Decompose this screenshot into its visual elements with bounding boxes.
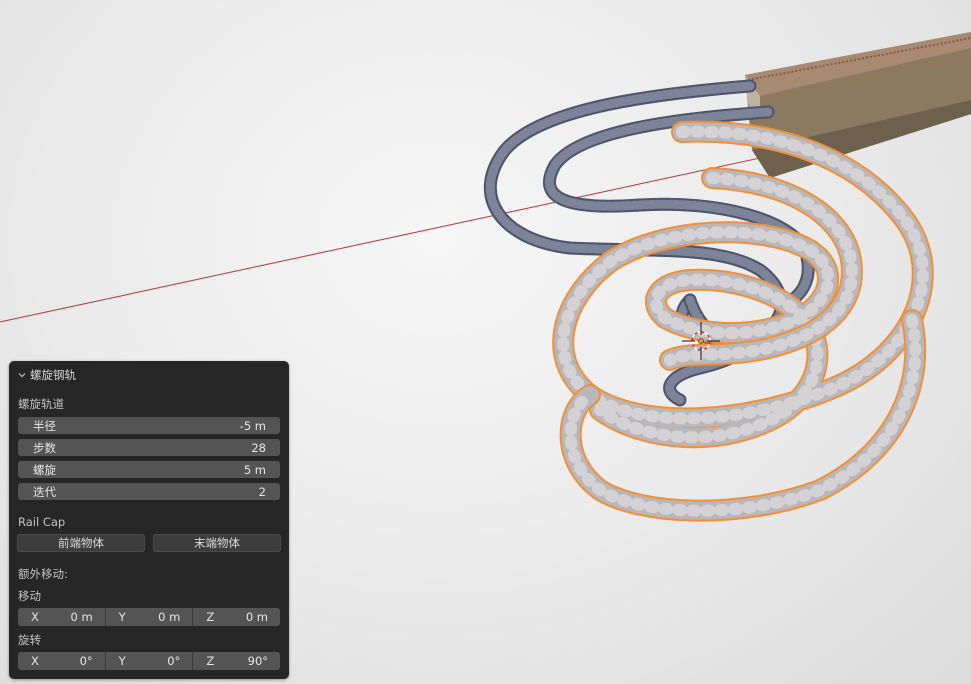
chevron-down-icon[interactable] (18, 371, 26, 379)
operator-panel[interactable]: 螺旋钢轨 螺旋轨道 半径 -5 m 步数 28 螺旋 5 m 迭代 2 Rail… (9, 361, 289, 679)
move-x-label: X (31, 610, 39, 624)
panel-header[interactable]: 螺旋钢轨 (18, 367, 76, 383)
screw-value: 5 m (243, 462, 266, 477)
move-vector: X 0 m Y 0 m Z 0 m (18, 608, 280, 626)
radius-label: 半径 (33, 418, 56, 433)
rotate-y-label: Y (118, 654, 126, 668)
rotate-label: 旋转 (18, 633, 41, 647)
move-y-label: Y (118, 610, 126, 624)
rotate-z-label: Z (206, 654, 215, 668)
move-z-field[interactable]: Z 0 m (192, 608, 280, 626)
section-cap-label: Rail Cap (18, 515, 66, 529)
steps-value: 28 (251, 440, 266, 455)
move-z-value: 0 m (245, 610, 269, 624)
rotate-z-field[interactable]: Z 90° (192, 652, 280, 670)
move-y-field[interactable]: Y 0 m (104, 608, 193, 626)
move-label: 移动 (18, 589, 41, 603)
rotate-y-value: 0° (167, 654, 181, 668)
iterations-label: 迭代 (33, 484, 56, 499)
radius-field[interactable]: 半径 -5 m (18, 417, 280, 434)
screw-field[interactable]: 螺旋 5 m (18, 461, 280, 478)
object-origin-icon (698, 338, 704, 344)
radius-value: -5 m (239, 418, 266, 433)
end-object-button[interactable]: 末端物体 (153, 534, 281, 552)
rotate-z-value: 90° (247, 654, 269, 668)
move-y-value: 0 m (158, 610, 181, 624)
track-platform (745, 32, 971, 178)
rotate-x-label: X (31, 654, 39, 668)
panel-title: 螺旋钢轨 (30, 368, 76, 382)
iterations-value: 2 (258, 484, 266, 499)
rotate-vector: X 0° Y 0° Z 90° (18, 652, 280, 670)
front-object-button[interactable]: 前端物体 (17, 534, 145, 552)
steps-label: 步数 (33, 440, 56, 455)
section-helix-label: 螺旋轨道 (18, 397, 64, 411)
rotate-y-field[interactable]: Y 0° (104, 652, 193, 670)
move-x-field[interactable]: X 0 m (18, 608, 105, 626)
section-extra-label: 额外移动: (18, 567, 68, 581)
screw-label: 螺旋 (33, 462, 56, 477)
iterations-field[interactable]: 迭代 2 (18, 483, 280, 500)
move-z-label: Z (206, 610, 215, 624)
rotate-x-value: 0° (79, 654, 93, 668)
steps-field[interactable]: 步数 28 (18, 439, 280, 456)
move-x-value: 0 m (70, 610, 93, 624)
rotate-x-field[interactable]: X 0° (18, 652, 105, 670)
